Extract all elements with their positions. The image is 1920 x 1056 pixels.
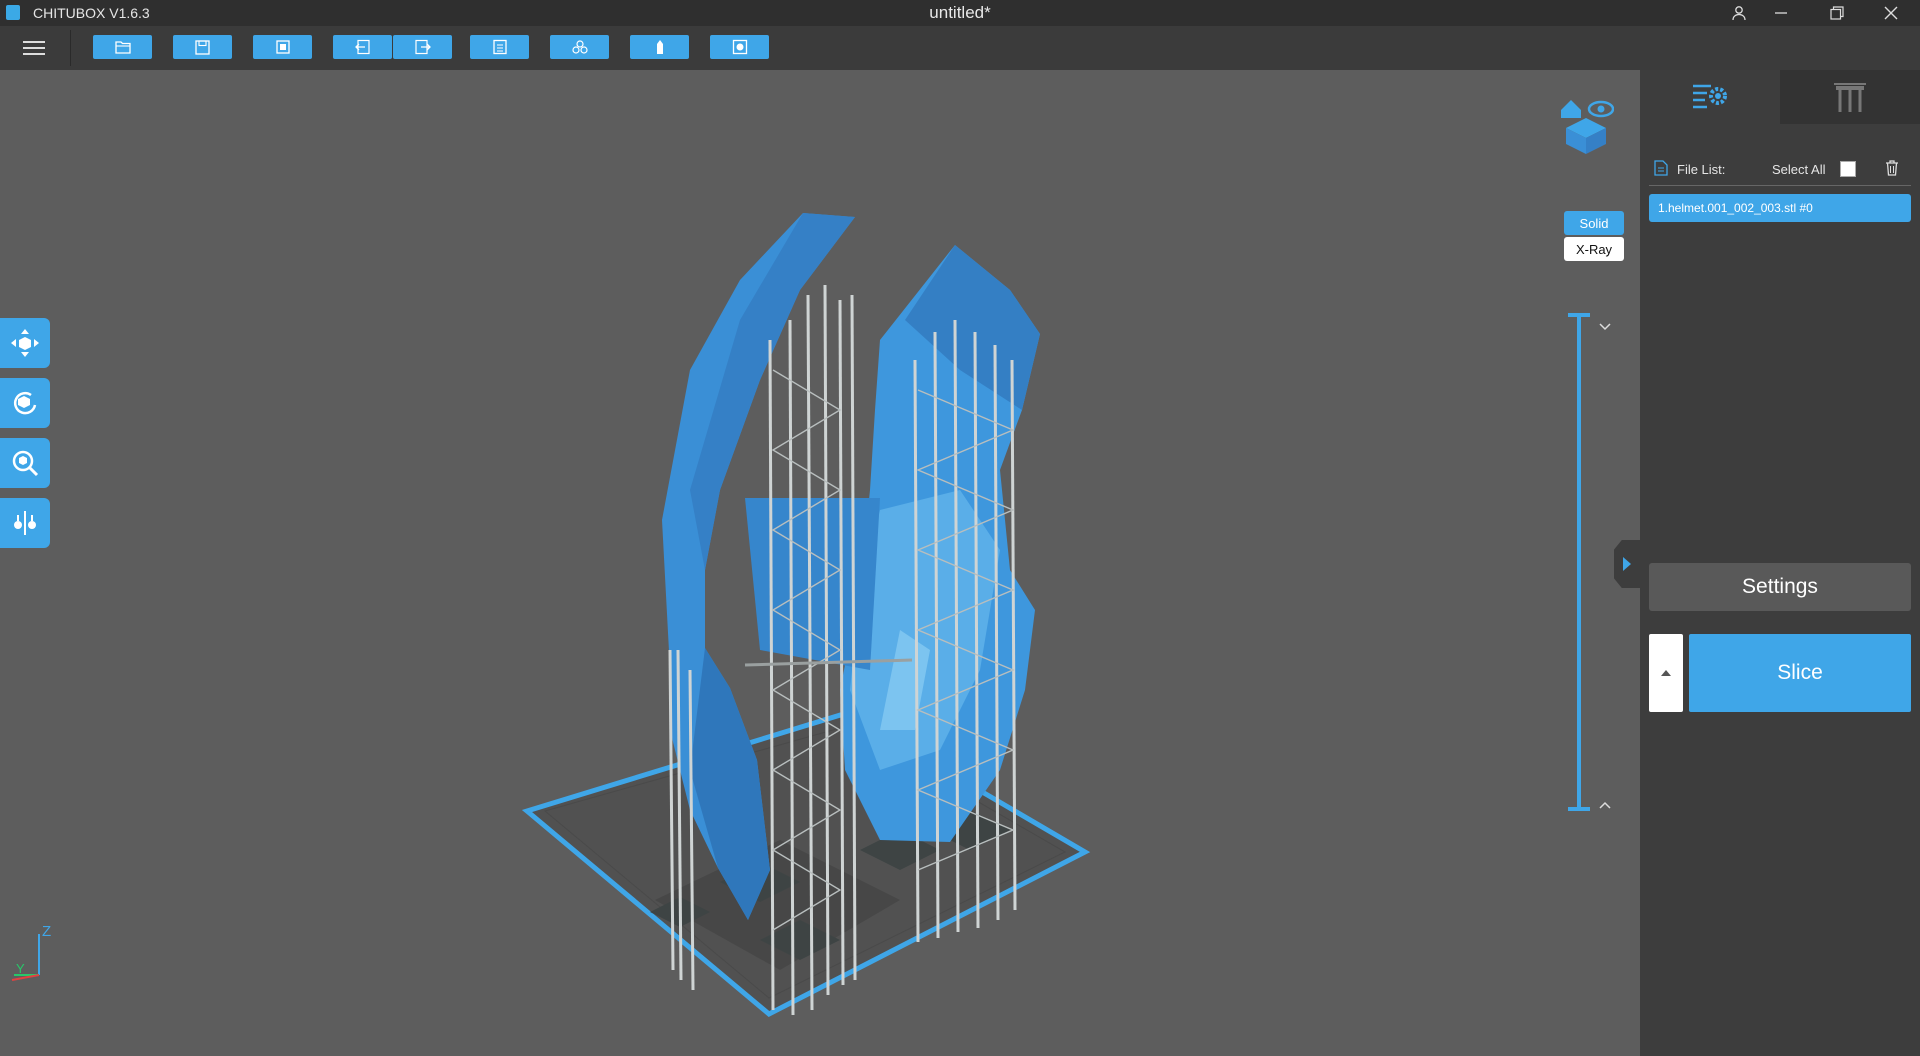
hollow-button[interactable] <box>630 35 689 59</box>
redo-icon <box>414 39 431 55</box>
user-icon[interactable] <box>1716 0 1762 26</box>
mirror-icon <box>14 511 36 535</box>
home-view-icon <box>1561 100 1581 118</box>
panel-collapse-toggle[interactable] <box>1614 540 1640 588</box>
select-all-checkbox[interactable] <box>1840 161 1856 177</box>
model-settings-tab[interactable] <box>1640 70 1780 124</box>
3d-viewport[interactable]: Z Y Solid X-Ray <box>0 70 1640 1056</box>
trash-icon[interactable] <box>1884 159 1900 181</box>
file-list-item[interactable]: 1.helmet.001_002_003.stl #0 <box>1649 194 1911 222</box>
right-panel: File List: Select All 1.helmet.001_002_0… <box>1640 70 1920 1056</box>
chevron-up-icon[interactable] <box>1599 796 1611 814</box>
axis-z-label: Z <box>42 923 51 940</box>
move-tool-button[interactable] <box>0 318 50 368</box>
layer-slider-top-handle[interactable] <box>1568 313 1590 317</box>
title-bar: CHITUBOX V1.6.3 untitled* <box>0 0 1920 26</box>
settings-icon <box>732 39 747 55</box>
minimize-icon[interactable] <box>1758 0 1804 26</box>
scale-tool-button[interactable] <box>0 438 50 488</box>
slice-options-button[interactable] <box>1649 634 1683 712</box>
hamburger-menu-icon[interactable] <box>20 37 48 59</box>
move-icon <box>11 329 39 357</box>
save-icon <box>195 39 210 55</box>
caret-up-icon <box>1661 670 1671 676</box>
restore-icon[interactable] <box>1814 0 1860 26</box>
document-title: untitled* <box>929 3 991 22</box>
duplicate-icon <box>571 40 588 54</box>
axis-y-label: Y <box>16 961 25 976</box>
layout-button[interactable] <box>470 35 529 59</box>
slice-button[interactable]: Slice <box>1689 634 1911 712</box>
scale-icon <box>12 450 39 477</box>
duplicate-button[interactable] <box>550 35 609 59</box>
file-list-label: File List: <box>1677 162 1726 177</box>
select-all-label: Select All <box>1772 162 1826 177</box>
close-icon[interactable] <box>1868 0 1914 26</box>
open-file-button[interactable] <box>93 35 152 59</box>
toolbar-divider <box>70 30 71 66</box>
model-back-shell <box>745 498 880 670</box>
caret-right-icon <box>1623 557 1631 571</box>
solid-mode-button[interactable]: Solid <box>1564 211 1624 235</box>
rotate-tool-button[interactable] <box>0 378 50 428</box>
import-button[interactable] <box>253 35 312 59</box>
rotate-icon <box>14 391 37 415</box>
mirror-tool-button[interactable] <box>0 498 50 548</box>
hollow-icon <box>656 40 663 54</box>
print-settings-button[interactable] <box>710 35 769 59</box>
import-icon <box>275 40 290 54</box>
scene-canvas: Z Y <box>11 213 1091 1017</box>
undo-button[interactable] <box>333 35 392 59</box>
layout-icon <box>492 39 507 55</box>
open-file-icon <box>114 41 131 54</box>
layer-slider-track[interactable] <box>1577 315 1581 809</box>
layer-slider-bottom-handle[interactable] <box>1568 807 1590 811</box>
redo-button[interactable] <box>393 35 452 59</box>
transform-tools <box>0 318 50 558</box>
view-cube[interactable] <box>1558 88 1615 154</box>
support-tab[interactable] <box>1780 70 1920 124</box>
support-pillars-icon <box>1834 83 1866 112</box>
settings-button[interactable]: Settings <box>1649 563 1911 611</box>
undo-icon <box>354 39 370 55</box>
xray-mode-button[interactable]: X-Ray <box>1564 237 1624 261</box>
save-button[interactable] <box>173 35 232 59</box>
main-toolbar <box>0 26 1920 71</box>
file-list-divider <box>1649 185 1911 186</box>
file-list-icon <box>1654 160 1668 181</box>
list-settings-icon <box>1693 84 1727 109</box>
chevron-down-icon[interactable] <box>1599 318 1611 336</box>
